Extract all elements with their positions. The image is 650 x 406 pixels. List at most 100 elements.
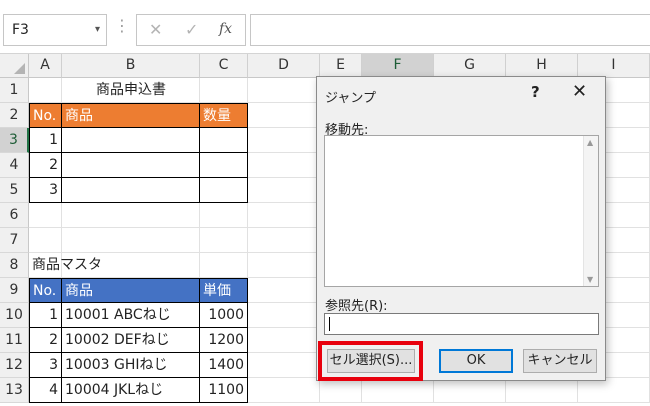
order-header-qty[interactable]: 数量 [200,103,248,128]
grid-cell[interactable] [248,228,320,253]
grid-cell[interactable] [62,228,200,253]
dialog-title: ジャンプ [325,91,376,106]
order-qty-cell[interactable] [200,178,248,203]
master-price-cell[interactable]: 1100 [200,378,248,403]
grid-cell[interactable] [248,303,320,328]
grid-cell[interactable] [62,203,200,228]
order-no-cell[interactable]: 3 [29,178,62,203]
list-scrollbar[interactable]: ▲ ▼ [583,136,598,286]
grid-cell[interactable] [362,378,434,403]
column-header-b[interactable]: B [62,54,200,78]
row-header-1[interactable]: 1 [0,78,29,103]
master-price-cell[interactable]: 1000 [200,303,248,328]
grid-cell[interactable] [248,178,320,203]
grid-cell[interactable] [248,153,320,178]
grid-cell[interactable] [578,378,650,403]
row-header-7[interactable]: 7 [0,228,29,253]
row-header-4[interactable]: 4 [0,153,29,178]
function-icon[interactable]: fx [219,21,232,37]
master-price-cell[interactable]: 1200 [200,328,248,353]
order-product-cell[interactable] [62,153,200,178]
reference-input[interactable] [324,313,599,335]
order-header-no[interactable]: No. [29,103,62,128]
grid-cell[interactable] [29,78,62,103]
grid-cell[interactable] [248,103,320,128]
chevron-down-icon[interactable]: ▾ [95,15,100,45]
reference-label: 参照先(R): [325,299,388,314]
row-header-11[interactable]: 11 [0,328,29,353]
cancel-icon[interactable]: ✕ [149,20,162,39]
order-no-cell[interactable]: 1 [29,128,62,153]
order-qty-cell[interactable] [200,128,248,153]
grid-cell[interactable] [29,203,62,228]
grid-cell[interactable] [248,353,320,378]
master-price-cell[interactable]: 1400 [200,353,248,378]
master-product-cell[interactable]: 10002 DEFねじ [62,328,200,353]
master-title[interactable]: 商品マスタ [29,253,200,278]
master-header-product[interactable]: 商品 [62,278,200,303]
row-header-10[interactable]: 10 [0,303,29,328]
goto-list[interactable]: ▲ ▼ [324,135,599,287]
grid-cell[interactable] [434,378,506,403]
ok-button[interactable]: OK [439,349,513,373]
order-form-title[interactable]: 商品申込書 [62,78,200,103]
column-header-f[interactable]: F [362,54,434,78]
grid-cell[interactable] [248,278,320,303]
row-header-2[interactable]: 2 [0,103,29,128]
order-product-cell[interactable] [62,178,200,203]
master-header-price[interactable]: 単価 [200,278,248,303]
grid-cell[interactable] [248,378,320,403]
column-header-e[interactable]: E [320,54,362,78]
master-no-cell[interactable]: 1 [29,303,62,328]
grid-cell[interactable] [248,203,320,228]
row-header-8[interactable]: 8 [0,253,29,278]
grid-cell[interactable] [320,378,362,403]
grid-cell[interactable] [248,78,320,103]
column-header-d[interactable]: D [248,54,320,78]
grid-cell[interactable] [200,203,248,228]
order-no-cell[interactable]: 2 [29,153,62,178]
close-icon[interactable]: ✕ [572,81,587,102]
text-caret [329,317,330,331]
row-header-13[interactable]: 13 [0,378,29,403]
help-icon[interactable]: ? [531,83,540,101]
row-header-3[interactable]: 3 [0,128,29,153]
grid-cell[interactable] [248,128,320,153]
master-no-cell[interactable]: 4 [29,378,62,403]
master-product-cell[interactable]: 10003 GHIねじ [62,353,200,378]
master-product-cell[interactable]: 10004 JKLねじ [62,378,200,403]
order-qty-cell[interactable] [200,153,248,178]
row-header-12[interactable]: 12 [0,353,29,378]
order-header-product[interactable]: 商品 [62,103,200,128]
scroll-down-icon[interactable]: ▼ [587,275,593,284]
column-header-c[interactable]: C [200,54,248,78]
master-no-cell[interactable]: 2 [29,328,62,353]
more-options-icon[interactable]: ⋮ [114,16,130,35]
row-header-5[interactable]: 5 [0,178,29,203]
column-header-i[interactable]: I [578,54,650,78]
name-box[interactable]: F3 ▾ [3,14,107,46]
select-all-corner[interactable] [0,54,29,78]
check-icon[interactable]: ✓ [185,20,198,39]
master-product-cell[interactable]: 10001 ABCねじ [62,303,200,328]
column-header-a[interactable]: A [29,54,62,78]
goto-dialog: ジャンプ ? ✕ 移動先: ▲ ▼ 参照先(R): セル選択(S)... OK … [316,76,606,381]
column-header-h[interactable]: H [506,54,578,78]
grid-cell[interactable] [200,78,248,103]
master-header-no[interactable]: No. [29,278,62,303]
row-header-9[interactable]: 9 [0,278,29,303]
formula-input[interactable] [250,14,650,46]
grid-cell[interactable] [200,228,248,253]
master-no-cell[interactable]: 3 [29,353,62,378]
cancel-button[interactable]: キャンセル [523,349,597,373]
grid-cell[interactable] [200,253,248,278]
grid-cell[interactable] [248,253,320,278]
grid-cell[interactable] [506,378,578,403]
column-header-g[interactable]: G [434,54,506,78]
formula-bar: F3 ▾ ⋮ ✕ ✓ fx [0,0,650,54]
order-product-cell[interactable] [62,128,200,153]
grid-cell[interactable] [29,228,62,253]
row-header-6[interactable]: 6 [0,203,29,228]
grid-cell[interactable] [248,328,320,353]
scroll-up-icon[interactable]: ▲ [587,138,593,147]
